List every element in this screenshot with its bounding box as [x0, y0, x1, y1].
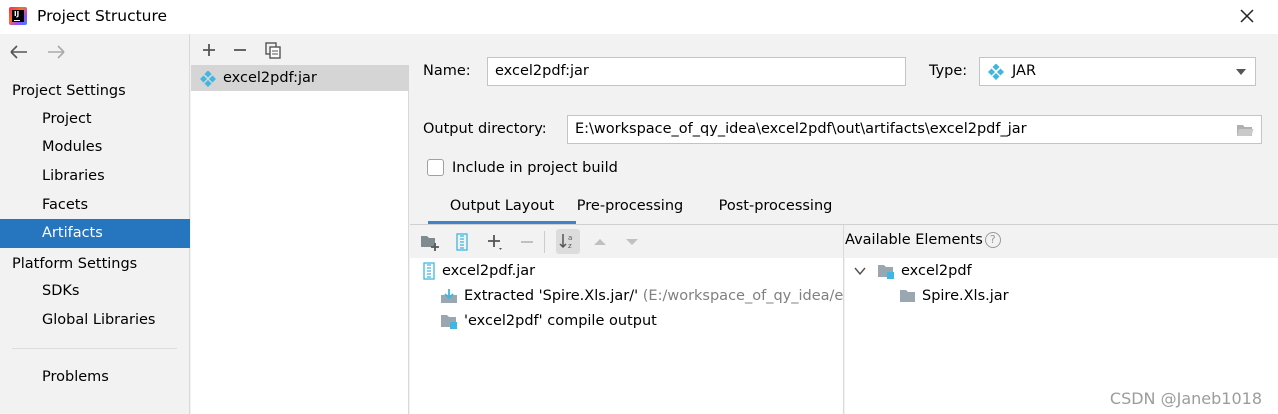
output-directory-input[interactable]: E:\workspace_of_qy_idea\excel2pdf\out\ar… — [567, 115, 1262, 144]
available-tree-label: Spire.Xls.jar — [922, 288, 1009, 304]
sidebar-item-modules[interactable]: Modules — [0, 133, 190, 162]
settings-sidebar: Project Settings Project Modules Librari… — [0, 34, 190, 414]
available-elements-panel: Available Elements? excel2pdf Spire.Xls.… — [845, 225, 1278, 414]
artifact-tabs: Output Layout Pre-processing Post-proces… — [410, 192, 1278, 224]
remove-element-icon[interactable] — [517, 232, 537, 252]
available-tree-item[interactable]: excel2pdf — [853, 259, 972, 284]
available-tree-item[interactable]: Spire.Xls.jar — [899, 284, 1009, 309]
output-tree-item[interactable]: Extracted 'Spire.Xls.jar/' (E:/workspace… — [440, 284, 844, 309]
output-item-detail: (E:/workspace_of_qy_idea/ex — [642, 288, 844, 304]
type-label: Type: — [929, 63, 968, 79]
output-layout-toolbar: a z — [410, 225, 843, 258]
sidebar-section-project-settings: Project Settings — [12, 83, 126, 99]
jar-archive-icon — [423, 262, 435, 280]
output-item-label: 'excel2pdf' compile output — [464, 313, 657, 329]
sidebar-item-artifacts[interactable]: Artifacts — [0, 219, 190, 248]
type-select-value: JAR — [1012, 63, 1037, 79]
sidebar-item-problems[interactable]: Problems — [0, 363, 190, 392]
chevron-down-icon — [1236, 69, 1246, 75]
sidebar-item-global-libraries[interactable]: Global Libraries — [0, 306, 190, 335]
add-copy-of-icon[interactable] — [485, 232, 505, 252]
jar-type-icon — [988, 64, 1004, 80]
tab-output-layout[interactable]: Output Layout — [428, 192, 576, 224]
intellij-app-icon: IJ — [9, 7, 27, 25]
available-elements-title-text: Available Elements — [845, 232, 983, 248]
add-icon[interactable] — [199, 40, 219, 60]
sidebar-item-facets[interactable]: Facets — [0, 191, 190, 220]
include-in-build-label: Include in project build — [452, 160, 618, 176]
close-icon — [1240, 9, 1254, 23]
module-folder-icon — [878, 265, 894, 279]
toolbar-separator — [544, 231, 545, 253]
sidebar-item-project[interactable]: Project — [0, 105, 190, 134]
copy-icon[interactable] — [263, 40, 283, 60]
watermark: CSDN @Janeb1018 — [1109, 389, 1262, 408]
back-arrow-icon[interactable] — [8, 42, 30, 62]
output-tree-item[interactable]: 'excel2pdf' compile output — [440, 309, 657, 334]
title-bar: IJ Project Structure — [0, 0, 1278, 34]
remove-icon[interactable] — [230, 40, 250, 60]
move-down-icon[interactable] — [622, 232, 642, 252]
output-layout-panel: a z excel2pdf.jar Extracted 'Spire.Xls.j… — [410, 225, 844, 414]
artifact-list-panel: excel2pdf:jar — [191, 34, 409, 414]
tab-pre-processing[interactable]: Pre-processing — [566, 192, 694, 224]
module-output-icon — [441, 315, 457, 329]
chevron-down-icon[interactable] — [853, 264, 867, 278]
artifact-settings-panel: Name: excel2pdf:jar Type: JAR Output dir… — [410, 34, 1278, 414]
svg-text:a: a — [568, 234, 572, 242]
svg-text:z: z — [568, 242, 572, 250]
help-icon[interactable]: ? — [984, 232, 1001, 248]
artifact-name: excel2pdf:jar — [223, 70, 317, 86]
window-title: Project Structure — [37, 7, 168, 25]
close-button[interactable] — [1236, 5, 1258, 27]
available-elements-title: Available Elements? — [845, 232, 1001, 248]
output-directory-value: E:\workspace_of_qy_idea\excel2pdf\out\ar… — [575, 121, 1027, 137]
name-label: Name: — [423, 63, 471, 79]
jar-artifact-icon — [200, 71, 216, 87]
include-in-build-checkbox[interactable] — [427, 159, 444, 176]
browse-folder-icon[interactable] — [1236, 123, 1254, 137]
tab-post-processing[interactable]: Post-processing — [708, 192, 843, 224]
sort-alphabetically-icon: a z — [559, 234, 572, 250]
output-directory-label: Output directory: — [423, 121, 547, 137]
sidebar-item-sdks[interactable]: SDKs — [0, 277, 190, 306]
output-root-node[interactable]: excel2pdf.jar — [422, 259, 535, 284]
output-root-label: excel2pdf.jar — [442, 263, 536, 279]
output-item-label: Extracted 'Spire.Xls.jar/' — [464, 288, 639, 304]
available-elements-header: Available Elements? — [845, 225, 1278, 258]
forward-arrow-icon[interactable] — [45, 42, 67, 62]
name-input[interactable]: excel2pdf:jar — [487, 57, 906, 86]
artifact-list-item[interactable]: excel2pdf:jar — [191, 65, 409, 91]
available-tree-label: excel2pdf — [901, 263, 972, 279]
sidebar-section-platform-settings: Platform Settings — [12, 256, 138, 272]
sidebar-item-libraries[interactable]: Libraries — [0, 162, 190, 191]
create-directory-icon[interactable] — [420, 232, 440, 252]
create-archive-icon[interactable] — [452, 232, 472, 252]
sort-toggle-button[interactable]: a z — [556, 229, 580, 254]
extracted-jar-icon — [441, 289, 457, 303]
move-up-icon[interactable] — [590, 232, 610, 252]
type-select[interactable]: JAR — [979, 57, 1256, 86]
sidebar-divider — [12, 348, 177, 349]
artifact-list-toolbar — [191, 34, 409, 65]
library-folder-icon — [900, 290, 915, 302]
nav-arrows — [8, 42, 77, 64]
